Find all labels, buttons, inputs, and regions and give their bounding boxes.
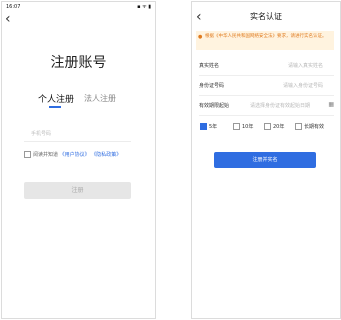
option-5-years-checkbox[interactable]	[200, 123, 207, 130]
real-name-input[interactable]: 请输入真实姓名	[288, 62, 323, 69]
option-10-years-label[interactable]: 10年	[242, 123, 253, 130]
page-title: 注册账号	[50, 55, 107, 71]
register-button[interactable]: 注册	[24, 182, 131, 199]
phone-input-underline	[24, 141, 131, 142]
option-long-term-checkbox[interactable]	[295, 123, 302, 130]
agreement-text: 阅读并知道 《用户协议》 《隐私政策》	[33, 151, 121, 158]
agreement-prefix: 阅读并知道	[33, 152, 59, 158]
active-tab-indicator	[49, 106, 61, 108]
notice-text: 根据《中华人民共和国网络安全法》要求，请进行实名认证。	[205, 34, 327, 39]
phone-number-input[interactable]: 手机号码	[31, 130, 51, 137]
page-title: 实名认证	[250, 12, 282, 21]
option-10-years-checkbox[interactable]	[233, 123, 240, 130]
option-20-years-checkbox[interactable]	[264, 123, 271, 130]
tab-personal-register[interactable]: 个人注册	[38, 92, 74, 105]
tab-corporate-register[interactable]: 法人注册	[84, 93, 116, 104]
divider	[199, 95, 334, 96]
id-number-input[interactable]: 请输入身份证号码	[283, 82, 323, 89]
divider	[199, 75, 334, 76]
agreement-checkbox[interactable]	[24, 151, 31, 158]
notice-banner: ● 根据《中华人民共和国网络安全法》要求，请进行实名认证。	[196, 31, 334, 50]
validity-start-input[interactable]: 请选择身份证有效起始日期	[250, 102, 310, 109]
calendar-icon[interactable]: ▦	[328, 101, 334, 108]
register-screen: 16:07 ▪ ᯤ ▮ ‹ 注册账号 个人注册 法人注册 手机号码 阅读并知道 …	[1, 1, 156, 319]
status-time: 16:07	[6, 4, 21, 10]
info-icon: ●	[198, 34, 203, 40]
privacy-policy-link[interactable]: 《隐私政策》	[91, 152, 121, 158]
user-agreement-link[interactable]: 《用户协议》	[60, 152, 90, 158]
status-icons: ▪ ᯤ ▮	[137, 4, 151, 10]
divider	[199, 115, 334, 116]
real-name-label: 真实姓名	[199, 63, 220, 69]
option-long-term-label[interactable]: 长期有效	[304, 123, 324, 130]
real-name-auth-screen: ‹ 实名认证 ● 根据《中华人民共和国网络安全法》要求，请进行实名认证。 真实姓…	[191, 1, 341, 319]
validity-start-label: 有效期限起始	[199, 103, 230, 109]
back-icon[interactable]: ‹	[5, 12, 11, 26]
register-and-verify-button[interactable]: 注册并实名	[214, 152, 316, 168]
option-5-years-label[interactable]: 5年	[209, 123, 217, 130]
id-number-label: 身份证号码	[199, 83, 225, 89]
option-20-years-label[interactable]: 20年	[273, 123, 284, 130]
